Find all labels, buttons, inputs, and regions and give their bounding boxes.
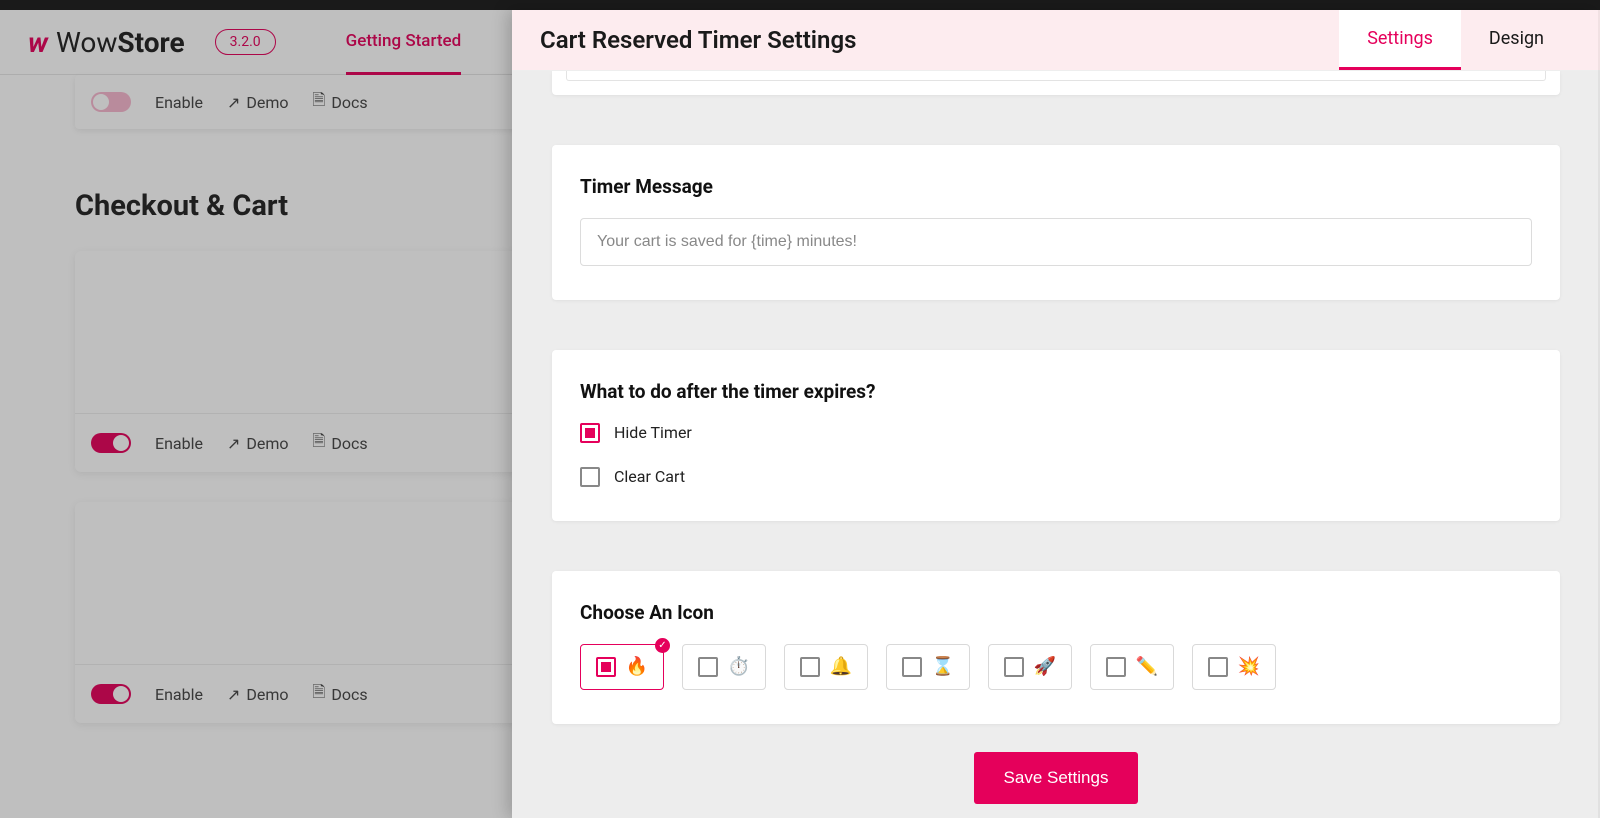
icon-option-pencil[interactable]: ✏️ — [1090, 644, 1174, 690]
heading-timer-message: Timer Message — [580, 175, 1532, 198]
panel-footer: Save Settings — [512, 728, 1600, 818]
settings-panel: Cart Reserved Timer Settings Settings De… — [512, 10, 1600, 818]
selected-badge-icon: ✓ — [655, 638, 670, 653]
stopwatch-icon: ⏱️ — [728, 656, 750, 677]
option-label: Clear Cart — [614, 467, 685, 486]
option-clear-cart[interactable]: Clear Cart — [580, 467, 1532, 487]
option-label: Hide Timer — [614, 423, 692, 442]
icon-option-stopwatch[interactable]: ⏱️ — [682, 644, 766, 690]
heading-choose-icon: Choose An Icon — [580, 601, 1532, 624]
icon-option-checkbox[interactable] — [1004, 657, 1024, 677]
panel-body: Timer Message What to do after the timer… — [512, 71, 1600, 818]
panel-header: Cart Reserved Timer Settings Settings De… — [512, 10, 1600, 71]
icon-option-hourglass[interactable]: ⌛ — [886, 644, 970, 690]
option-hide-timer[interactable]: Hide Timer — [580, 423, 1532, 443]
checkbox-hide-timer[interactable] — [580, 423, 600, 443]
pencil-icon: ✏️ — [1136, 656, 1158, 677]
rocket-icon: 🚀 — [1034, 656, 1056, 677]
icon-option-checkbox[interactable] — [698, 657, 718, 677]
card-choose-icon: Choose An Icon 🔥 ✓ ⏱️ 🔔 ⌛ — [552, 571, 1560, 724]
previous-card-bottom — [552, 71, 1560, 95]
save-settings-button[interactable]: Save Settings — [974, 752, 1139, 804]
tab-settings[interactable]: Settings — [1339, 10, 1461, 70]
card-timer-message: Timer Message — [552, 145, 1560, 300]
heading-expire-action: What to do after the timer expires? — [580, 380, 1532, 403]
collision-icon: 💥 — [1238, 656, 1260, 677]
tab-design[interactable]: Design — [1461, 10, 1572, 70]
icon-option-fire[interactable]: 🔥 ✓ — [580, 644, 664, 690]
icon-option-checkbox[interactable] — [1106, 657, 1126, 677]
hourglass-icon: ⌛ — [932, 656, 954, 677]
bell-icon: 🔔 — [830, 656, 852, 677]
checkbox-clear-cart[interactable] — [580, 467, 600, 487]
card-expire-action: What to do after the timer expires? Hide… — [552, 350, 1560, 521]
icon-option-checkbox[interactable] — [596, 657, 616, 677]
timer-message-input[interactable] — [580, 218, 1532, 266]
icon-option-checkbox[interactable] — [800, 657, 820, 677]
icon-option-bell[interactable]: 🔔 — [784, 644, 868, 690]
icon-option-collision[interactable]: 💥 — [1192, 644, 1276, 690]
panel-title: Cart Reserved Timer Settings — [540, 26, 1339, 54]
icon-option-rocket[interactable]: 🚀 — [988, 644, 1072, 690]
icon-option-checkbox[interactable] — [902, 657, 922, 677]
fire-icon: 🔥 — [626, 656, 648, 677]
icon-option-checkbox[interactable] — [1208, 657, 1228, 677]
